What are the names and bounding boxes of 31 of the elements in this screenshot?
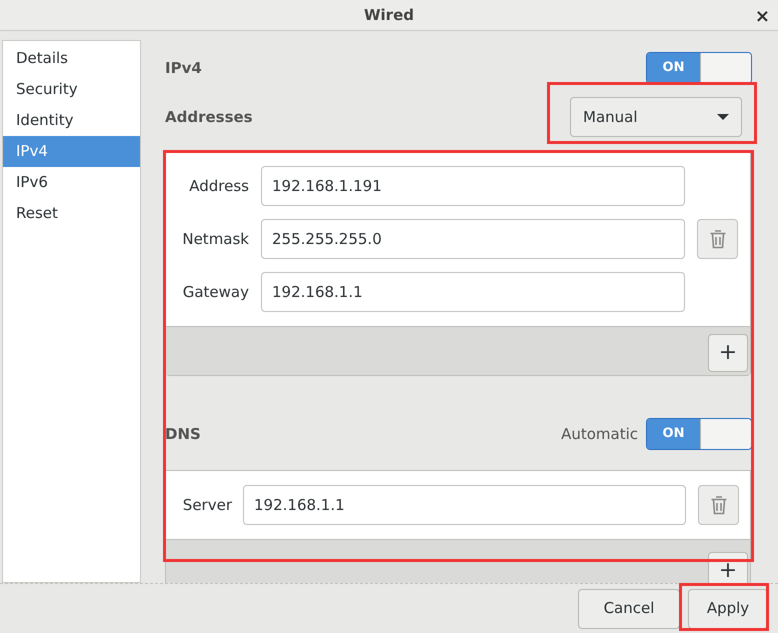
input-field[interactable]: 192.168.1.1 [243,485,686,525]
input-field[interactable]: 255.255.255.0 [261,219,685,259]
sidebar-item[interactable]: Identity [3,105,140,136]
delete-button[interactable] [698,485,739,525]
field-label: Netmask [181,228,249,250]
switch-label: Automatic [561,424,638,445]
trash-icon [710,495,728,515]
apply-button[interactable]: Apply [688,588,768,628]
section-label: Addresses [165,106,253,128]
sidebar-item[interactable]: Security [3,74,140,105]
caret-icon [717,114,729,120]
cancel-button[interactable]: Cancel [578,588,680,628]
add-button[interactable]: + [708,334,748,372]
field-label: Server [182,494,232,516]
section-label: IPv4 [165,58,202,79]
sidebar-item[interactable]: Reset [3,198,140,229]
switch-state-label: ON [647,419,700,449]
field-label: Address [188,176,249,197]
window-title: Wired [364,4,414,26]
section-label: DNS [165,424,201,445]
sidebar-item[interactable]: IPv6 [3,167,140,198]
delete-button[interactable] [697,219,738,259]
sidebar-item[interactable]: Details [3,43,140,74]
method-dropdown[interactable]: Manual [570,97,742,137]
switch-state-label: ON [647,53,700,83]
input-field[interactable]: 192.168.1.191 [261,166,685,206]
close-button[interactable]: × [754,3,770,30]
trash-icon [708,229,726,249]
add-button[interactable]: + [708,552,748,583]
field-label: Gateway [182,282,249,303]
input-field[interactable]: 192.168.1.1 [261,272,685,312]
